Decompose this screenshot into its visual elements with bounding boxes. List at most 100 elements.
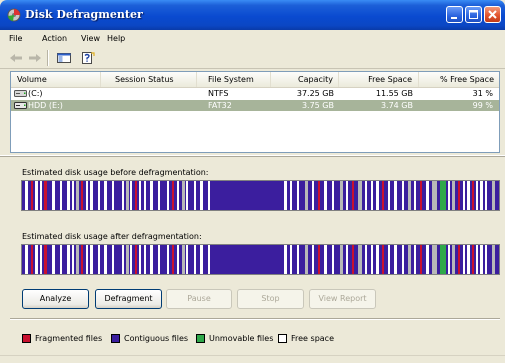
- disk-cluster-stripe: [112, 181, 114, 210]
- back-arrow-icon: [10, 54, 22, 62]
- disk-cluster-stripe: [44, 245, 47, 274]
- disk-cluster-stripe: [432, 181, 437, 210]
- disk-cluster-stripe: [352, 245, 354, 274]
- disk-cluster-stripe: [476, 245, 478, 274]
- minimize-button[interactable]: [446, 6, 463, 23]
- back-button[interactable]: [7, 50, 25, 66]
- disk-cluster-stripe: [452, 245, 455, 274]
- menu-view[interactable]: View: [81, 34, 100, 43]
- cell-capacity: 3.75 GB: [301, 101, 334, 110]
- column-header-free-space[interactable]: Free Space: [339, 72, 419, 87]
- defragment-button[interactable]: Defragment: [95, 289, 162, 309]
- table-row[interactable]: (C:) NTFS 37.25 GB 11.55 GB 31 %: [11, 88, 499, 99]
- cell-percent-free: 31 %: [472, 89, 493, 98]
- disk-cluster-stripe: [31, 245, 33, 274]
- menu-action[interactable]: Action: [42, 34, 67, 43]
- disk-cluster-stripe: [60, 181, 62, 210]
- show-console-tree-button[interactable]: [55, 50, 73, 66]
- disk-cluster-stripe: [352, 181, 354, 210]
- contiguous-swatch: [111, 334, 120, 343]
- pane-splitter[interactable]: [0, 155, 505, 157]
- disk-cluster-stripe: [72, 245, 74, 274]
- help-button[interactable]: [79, 50, 97, 66]
- disk-cluster-stripe: [150, 245, 153, 274]
- close-icon: [488, 10, 497, 19]
- pause-button[interactable]: Pause: [166, 289, 232, 309]
- disk-cluster-stripe: [340, 245, 343, 274]
- disk-cluster-stripe: [426, 245, 429, 274]
- disk-cluster-stripe: [365, 245, 367, 274]
- disk-cluster-stripe: [25, 181, 28, 210]
- disk-cluster-stripe: [35, 245, 38, 274]
- disk-cluster-stripe: [458, 245, 460, 274]
- column-header-session-status[interactable]: Session Status: [101, 72, 197, 87]
- disk-cluster-stripe: [144, 245, 146, 274]
- unmovable-swatch: [196, 334, 205, 343]
- disk-cluster-stripe: [440, 181, 446, 210]
- title-bar[interactable]: Disk Defragmenter: [0, 0, 505, 30]
- disk-cluster-stripe: [492, 245, 495, 274]
- disk-cluster-stripe: [394, 245, 397, 274]
- disk-cluster-stripe: [194, 181, 196, 210]
- column-header-percent-free-space[interactable]: % Free Space: [419, 72, 499, 87]
- disk-cluster-stripe: [408, 181, 411, 210]
- cell-volume: HDD (E:): [28, 101, 63, 110]
- disk-cluster-stripe: [122, 181, 124, 210]
- disk-cluster-stripe: [371, 181, 373, 210]
- forward-arrow-icon: [29, 54, 41, 62]
- disk-cluster-stripe: [98, 245, 100, 274]
- disk-cluster-stripe: [52, 245, 55, 274]
- disk-cluster-stripe: [167, 181, 169, 210]
- disk-cluster-stripe: [35, 181, 38, 210]
- disk-cluster-stripe: [130, 245, 132, 274]
- disk-cluster-stripe: [90, 245, 93, 274]
- disk-cluster-stripe: [414, 245, 416, 274]
- stop-button[interactable]: Stop: [237, 289, 304, 309]
- disk-cluster-stripe: [126, 245, 129, 274]
- close-button[interactable]: [484, 6, 501, 23]
- disk-cluster-stripe: [40, 245, 42, 274]
- maximize-button[interactable]: [465, 6, 482, 23]
- disk-cluster-stripe: [340, 181, 343, 210]
- disk-cluster-stripe: [346, 181, 348, 210]
- disk-defragmenter-window: Disk Defragmenter File Action View Help: [0, 0, 505, 363]
- view-report-button[interactable]: View Report: [309, 289, 376, 309]
- menu-help[interactable]: Help: [107, 34, 125, 43]
- disk-cluster-stripe: [76, 181, 79, 210]
- column-header-capacity[interactable]: Capacity: [271, 72, 339, 87]
- table-row[interactable]: HDD (E:) FAT32 3.75 GB 3.74 GB 99 %: [11, 100, 499, 111]
- disk-cluster-stripe: [472, 245, 474, 274]
- disk-cluster-stripe: [402, 181, 404, 210]
- disk-cluster-stripe: [150, 181, 153, 210]
- disk-cluster-stripe: [440, 245, 446, 274]
- disk-cluster-stripe: [186, 181, 188, 210]
- column-header-volume[interactable]: Volume: [11, 72, 101, 87]
- disk-cluster-stripe: [40, 181, 42, 210]
- menu-file[interactable]: File: [9, 34, 22, 43]
- disk-cluster-stripe: [200, 245, 203, 274]
- disk-cluster-stripe: [426, 181, 429, 210]
- legend-label: Free space: [291, 334, 334, 343]
- analyze-button[interactable]: Analyze: [22, 289, 89, 309]
- disk-cluster-stripe: [332, 181, 334, 210]
- disk-cluster-stripe: [182, 245, 185, 274]
- disk-cluster-stripe: [297, 181, 299, 210]
- disk-cluster-stripe: [86, 181, 88, 210]
- after-defrag-label: Estimated disk usage after defragmentati…: [22, 232, 202, 241]
- console-tree-icon: [57, 53, 71, 63]
- forward-button[interactable]: [26, 50, 44, 66]
- minimize-icon: [451, 17, 457, 19]
- disk-cluster-stripe: [290, 245, 292, 274]
- disk-cluster-stripe: [448, 181, 450, 210]
- disk-defragmenter-app-icon: [7, 8, 21, 22]
- volume-list[interactable]: Volume Session Status File System Capaci…: [10, 71, 500, 153]
- disk-cluster-stripe: [172, 181, 174, 210]
- column-header-file-system[interactable]: File System: [197, 72, 271, 87]
- disk-cluster-stripe: [318, 245, 320, 274]
- disk-cluster-stripe: [346, 245, 348, 274]
- fragmented-swatch: [22, 334, 31, 343]
- disk-cluster-stripe: [365, 181, 367, 210]
- disk-cluster-stripe: [67, 245, 70, 274]
- disk-cluster-stripe: [448, 245, 450, 274]
- disk-cluster-stripe: [480, 245, 483, 274]
